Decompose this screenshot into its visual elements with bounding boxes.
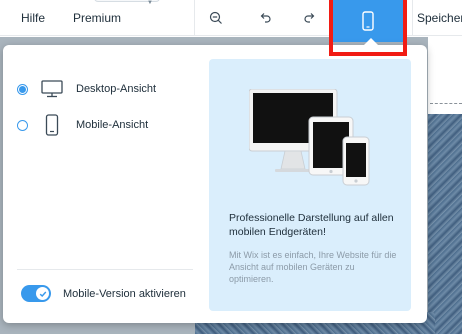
canvas-background-image <box>428 114 462 334</box>
zoom-out-button[interactable] <box>196 0 236 36</box>
view-mode-panel: Desktop-Ansicht Mobile-Ansicht Mobile-Ve… <box>3 45 427 323</box>
redo-icon <box>304 13 315 23</box>
desktop-view-option[interactable]: Desktop-Ansicht <box>17 77 156 101</box>
mobile-version-toggle[interactable] <box>21 285 51 302</box>
chevron-down-icon: ▼ <box>147 0 153 6</box>
mobile-phone-icon <box>40 114 64 136</box>
mobile-version-toggle-row[interactable]: Mobile-Version aktivieren <box>21 285 186 302</box>
desktop-view-label: Desktop-Ansicht <box>76 83 157 95</box>
info-card-title: Professionelle Darstellung auf allen mob… <box>229 212 394 238</box>
redo-button[interactable] <box>290 0 330 36</box>
panel-divider <box>17 269 193 270</box>
undo-icon <box>260 13 271 23</box>
info-card-description: Mit Wix ist es einfach, Ihre Website für… <box>229 250 397 284</box>
checkmark-icon <box>39 291 46 297</box>
devices-illustration <box>249 89 370 186</box>
desktop-monitor-icon <box>40 80 64 98</box>
mobile-view-option[interactable]: Mobile-Ansicht <box>17 113 148 137</box>
mobile-view-label: Mobile-Ansicht <box>76 119 149 131</box>
undo-button[interactable] <box>245 0 285 36</box>
premium-menu[interactable]: Premium <box>73 11 121 25</box>
toolbar-divider <box>194 0 195 36</box>
toggle-knob <box>36 287 49 300</box>
mobile-view-radio[interactable] <box>17 119 28 131</box>
help-menu[interactable]: Hilfe <box>21 11 45 25</box>
zoom-out-icon <box>209 11 222 24</box>
desktop-view-radio[interactable] <box>17 83 28 95</box>
mobile-version-label: Mobile-Version aktivieren <box>63 287 186 300</box>
canvas-dashed-guide <box>430 103 462 104</box>
info-card: Professionelle Darstellung auf allen mob… <box>209 59 411 311</box>
toolbar-divider <box>412 0 413 36</box>
save-button[interactable]: Speicher <box>417 11 462 25</box>
highlight-annotation-box <box>329 0 407 56</box>
